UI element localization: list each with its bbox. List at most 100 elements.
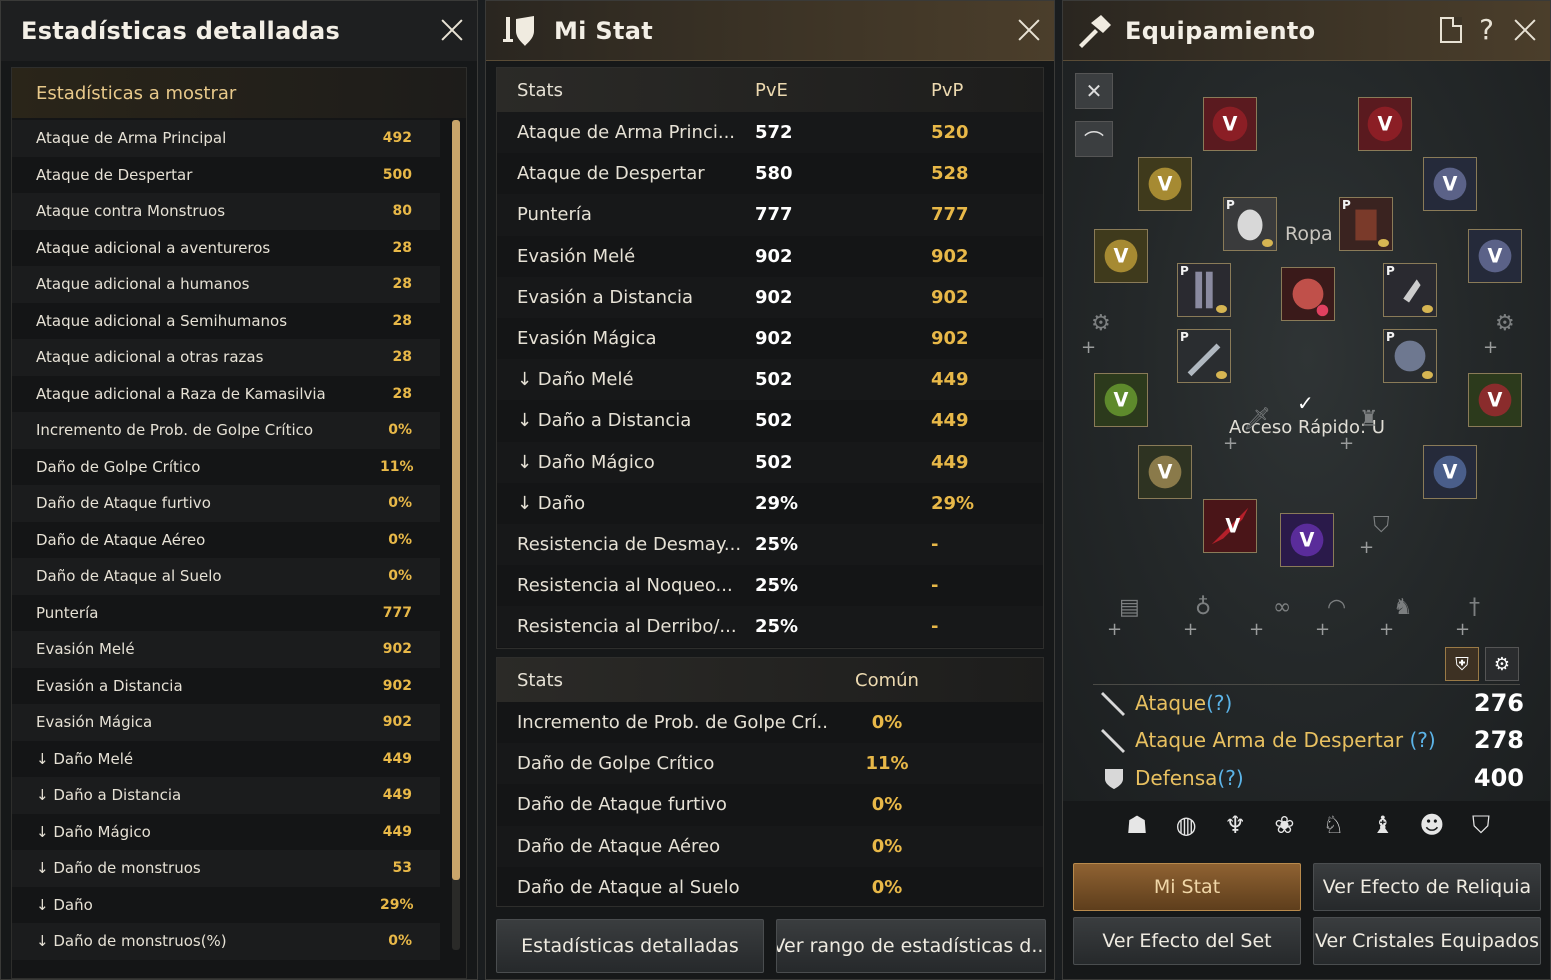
stat-label: Daño de Ataque furtivo: [36, 494, 211, 513]
belt-slot[interactable]: V: [1468, 373, 1522, 427]
coin-icon: [1216, 371, 1227, 379]
shoes-slot[interactable]: V: [1423, 445, 1477, 499]
necklace-slot[interactable]: V: [1094, 373, 1148, 427]
enhance-level-letter: V: [1158, 173, 1173, 196]
close-icon[interactable]: [437, 15, 467, 45]
helmet-slot[interactable]: V: [1203, 97, 1257, 151]
row-stat-name: Daño de Ataque furtivo: [517, 794, 727, 816]
col-common: Común: [855, 669, 919, 691]
row-pve-value: 502: [755, 369, 793, 391]
table-row: Puntería 777 777: [497, 194, 1043, 236]
ring-slot-1[interactable]: V: [1423, 157, 1477, 211]
costume-weapon-slot[interactable]: P: [1177, 329, 1231, 383]
row-stat-name: ↓ Daño: [517, 492, 586, 514]
plus-icon: +: [1081, 337, 1097, 358]
stat-value: 777: [382, 604, 412, 621]
relic-effect-button[interactable]: Ver Efecto de Reliquia: [1313, 863, 1541, 911]
my-stat-button[interactable]: Mi Stat: [1073, 863, 1301, 911]
paw-icon[interactable]: ❀: [1266, 807, 1302, 843]
row-stat-name: ↓ Daño Melé: [517, 369, 634, 391]
defense-label[interactable]: Defensa(?): [1129, 766, 1474, 790]
equipped-crystals-button[interactable]: Ver Cristales Equipados: [1313, 917, 1541, 965]
col-pvp: PvP: [931, 79, 964, 101]
ring-slot-2[interactable]: V: [1468, 229, 1522, 283]
plus-icon: +: [1107, 619, 1123, 640]
stat-row: Ataque adicional a humanos 28: [12, 266, 440, 303]
armor-slot[interactable]: V: [1358, 97, 1412, 151]
dragon-icon[interactable]: ☗: [1119, 807, 1155, 843]
table-row: Ataque de Despertar 580 528: [497, 153, 1043, 194]
help-link[interactable]: (?): [1206, 691, 1232, 715]
my-stat-header[interactable]: Mi Stat: [486, 1, 1054, 61]
document-icon[interactable]: [1440, 17, 1462, 43]
scrollbar-thumb[interactable]: [452, 120, 460, 880]
stat-row: Ataque adicional a aventureros 28: [12, 229, 440, 266]
stat-value: 902: [382, 677, 412, 694]
human-icon[interactable]: ☻: [1414, 807, 1450, 843]
sword-icon: [1101, 692, 1125, 716]
awakening-attack-label[interactable]: Ataque Arma de Despertar (?): [1129, 728, 1474, 752]
row-pve-value: 572: [755, 122, 793, 144]
set-effect-button[interactable]: Ver Efecto del Set: [1073, 917, 1301, 965]
pickaxe-icon[interactable]: ⌒: [1075, 121, 1113, 157]
shield-icon[interactable]: ⛉: [1463, 807, 1499, 843]
gloves-slot[interactable]: V: [1138, 445, 1192, 499]
stat-label: Ataque adicional a otras razas: [36, 348, 264, 367]
crossed-swords-icon[interactable]: ✕: [1075, 73, 1113, 109]
my-stat-window: Mi Stat Stats PvE PvP Ataque de Arma Pri…: [485, 0, 1055, 980]
checkbox-icon[interactable]: ✓: [1297, 391, 1314, 415]
row-common-value: 11%: [865, 753, 909, 775]
gear-icon[interactable]: ⚙: [1485, 647, 1519, 681]
common-stats-table: Stats Común Incremento de Prob. de Golpe…: [496, 657, 1044, 907]
detailed-stats-title: Estadísticas detalladas: [21, 17, 341, 45]
detailed-stats-button[interactable]: Estadísticas detalladas: [496, 919, 764, 973]
earring-slot-2[interactable]: V: [1094, 229, 1148, 283]
awakening-attack-value: 278: [1473, 726, 1524, 754]
costume-body-slot[interactable]: P: [1339, 197, 1393, 251]
shield-stat-icon[interactable]: ⛨: [1445, 647, 1479, 681]
plus-icon: +: [1315, 619, 1331, 640]
costume-legs-slot[interactable]: P: [1177, 263, 1231, 317]
attack-label[interactable]: Ataque(?): [1129, 691, 1474, 715]
col-pve: PvE: [755, 79, 788, 101]
stat-label: ↓ Daño Mágico: [36, 822, 151, 841]
stat-row: Incremento de Prob. de Golpe Crítico 0%: [12, 412, 440, 449]
detailed-stats-list: Estadísticas a mostrar Ataque de Arma Pr…: [11, 67, 467, 979]
table-header: Stats Común: [497, 658, 1043, 702]
row-pvp-value: 777: [931, 204, 969, 226]
stat-row: Daño de Ataque al Suelo 0%: [12, 558, 440, 595]
main-weapon-slot[interactable]: V: [1203, 499, 1257, 553]
scrollbar[interactable]: [452, 120, 460, 950]
coin-icon: [1422, 371, 1433, 379]
close-icon[interactable]: [1014, 15, 1044, 45]
stat-range-button[interactable]: Ver rango de estadísticas d...: [776, 919, 1046, 973]
close-icon[interactable]: [1510, 15, 1540, 45]
detailed-stats-header[interactable]: Estadísticas detalladas: [1, 1, 477, 61]
help-link[interactable]: (?): [1410, 728, 1436, 752]
costume-head-slot[interactable]: P: [1223, 197, 1277, 251]
row-common-value: 0%: [871, 876, 903, 898]
enhance-level-letter: V: [1114, 389, 1129, 412]
equipment-header[interactable]: Equipamiento ?: [1063, 1, 1550, 61]
stat-row: Evasión a Distancia 902: [12, 667, 440, 704]
help-link[interactable]: (?): [1217, 766, 1243, 790]
stat-label: Ataque adicional a Raza de Kamasilvia: [36, 384, 326, 403]
artifact-slot[interactable]: [1281, 267, 1335, 321]
clothes-label: Ropa: [1285, 223, 1333, 245]
row-stat-name: ↓ Daño a Distancia: [517, 410, 692, 432]
beast-icon[interactable]: ♘: [1316, 807, 1352, 843]
awakening-weapon-slot[interactable]: V: [1280, 513, 1334, 567]
attack-row: Ataque(?) 276: [1099, 686, 1524, 720]
costume-awakening-slot[interactable]: P: [1383, 329, 1437, 383]
demon-icon[interactable]: ♆: [1217, 807, 1253, 843]
stat-label: Ataque adicional a aventureros: [36, 238, 271, 257]
row-common-value: 0%: [871, 794, 903, 816]
kamasilvia-icon[interactable]: ♝: [1365, 807, 1401, 843]
attack-value: 276: [1473, 689, 1524, 717]
help-icon[interactable]: ?: [1479, 13, 1494, 46]
earring-slot-1[interactable]: V: [1138, 157, 1192, 211]
mask-icon[interactable]: ◍: [1168, 807, 1204, 843]
row-stat-name: ↓ Daño Mágico: [517, 451, 655, 473]
costume-hands-slot[interactable]: P: [1383, 263, 1437, 317]
row-pve-value: 25%: [755, 533, 799, 555]
